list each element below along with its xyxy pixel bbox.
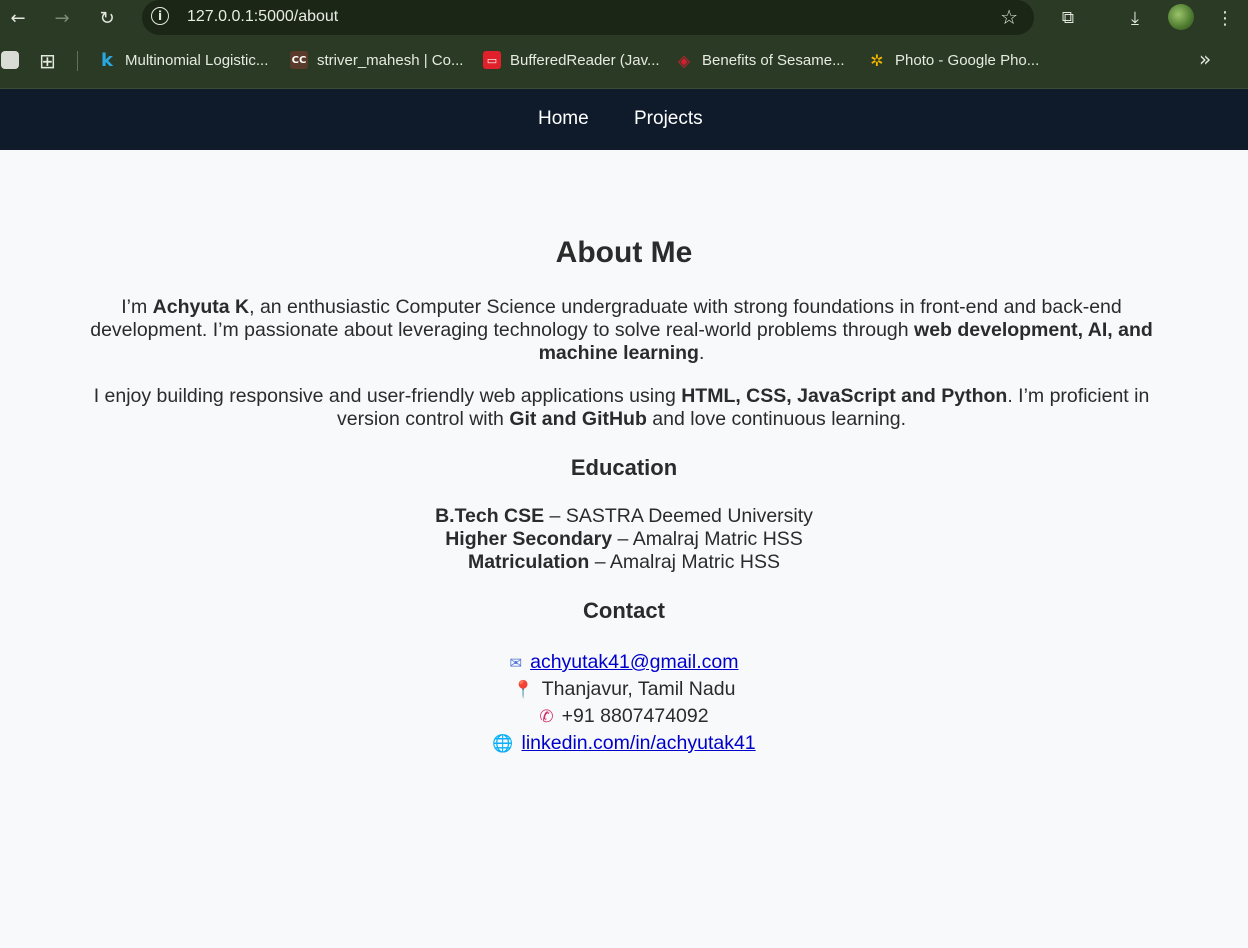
contact-linkedin: 🌐 linkedin.com/in/achyutak41 (0, 732, 1248, 755)
linkedin-link[interactable]: linkedin.com/in/achyutak41 (522, 732, 756, 754)
bookmark-multinomial[interactable]: k Multinomial Logistic... (98, 49, 268, 71)
url-text[interactable]: 127.0.0.1:5000/about (187, 8, 338, 26)
more-bookmarks-icon[interactable]: » (1199, 47, 1211, 71)
vcs-highlight: Git and GitHub (509, 408, 647, 430)
reload-icon[interactable]: ↻ (93, 4, 121, 32)
bookmarks-divider (77, 51, 78, 71)
address-bar[interactable]: i 127.0.0.1:5000/about ☆ (142, 0, 1034, 35)
bookmarks-bar: ⊞ k Multinomial Logistic... CC striver_m… (0, 35, 1248, 89)
bookmark-star-icon[interactable]: ☆ (1000, 5, 1018, 29)
education-item: Matriculation – Amalraj Matric HSS (467, 551, 781, 573)
browser-chrome: ← → ↻ i 127.0.0.1:5000/about ☆ ⧉ ⤓ ⋮ ⊞ k… (0, 0, 1248, 89)
intro-paragraph: I’m Achyuta K, an enthusiastic Computer … (90, 296, 1153, 364)
contact-location: 📍 Thanjavur, Tamil Nadu (512, 678, 736, 700)
profile-avatar[interactable] (1168, 4, 1194, 30)
site-navbar: Home Projects (0, 89, 1248, 150)
bookmark-bufferedreader[interactable]: ▭ BufferedReader (Jav... (483, 51, 660, 69)
nav-projects-link[interactable]: Projects (634, 108, 703, 130)
bookmark-google-photos[interactable]: ✲ Photo - Google Pho... (868, 50, 1039, 70)
kaggle-icon: k (101, 49, 113, 71)
back-icon[interactable]: ← (4, 4, 32, 32)
education-item: Higher Secondary – Amalraj Matric HSS (445, 528, 803, 550)
bookmark-striver[interactable]: CC striver_mahesh | Co... (290, 51, 463, 69)
oracle-icon: ▭ (483, 51, 501, 69)
browser-toolbar: ← → ↻ i 127.0.0.1:5000/about ☆ ⧉ ⤓ ⋮ (0, 0, 1248, 35)
forward-icon[interactable]: → (48, 4, 76, 32)
skills-highlight: HTML, CSS, JavaScript and Python (681, 385, 1008, 407)
tab-groups-icon[interactable] (1, 51, 19, 69)
bookmark-sesame[interactable]: ◈ Benefits of Sesame... (675, 50, 845, 70)
email-icon: ✉ (509, 654, 523, 672)
education-heading: Education (570, 455, 678, 480)
pin-icon: 📍 (512, 680, 534, 700)
diamond-icon: ◈ (677, 50, 691, 70)
page-title: About Me (555, 236, 693, 269)
contact-email: ✉ achyutak41@gmail.com (0, 651, 1248, 674)
site-info-icon[interactable]: i (151, 7, 169, 25)
name-highlight: Achyuta K (152, 296, 250, 318)
contact-heading: Contact (583, 598, 665, 623)
phone-icon: ✆ (539, 707, 554, 727)
globe-icon: 🌐 (492, 734, 514, 754)
skills-paragraph: I enjoy building responsive and user-fri… (93, 385, 1150, 430)
google-photos-icon: ✲ (870, 50, 884, 70)
nav-home-link[interactable]: Home (538, 108, 589, 130)
menu-kebab-icon[interactable]: ⋮ (1211, 4, 1239, 32)
education-item: B.Tech CSE – SASTRA Deemed University (435, 505, 813, 527)
download-icon[interactable]: ⤓ (1121, 4, 1149, 32)
codechef-icon: CC (290, 51, 308, 69)
extensions-icon[interactable]: ⧉ (1054, 4, 1082, 32)
apps-grid-icon[interactable]: ⊞ (39, 49, 56, 73)
contact-phone: ✆ +91 8807474092 (539, 705, 709, 727)
email-link[interactable]: achyutak41@gmail.com (530, 651, 738, 673)
